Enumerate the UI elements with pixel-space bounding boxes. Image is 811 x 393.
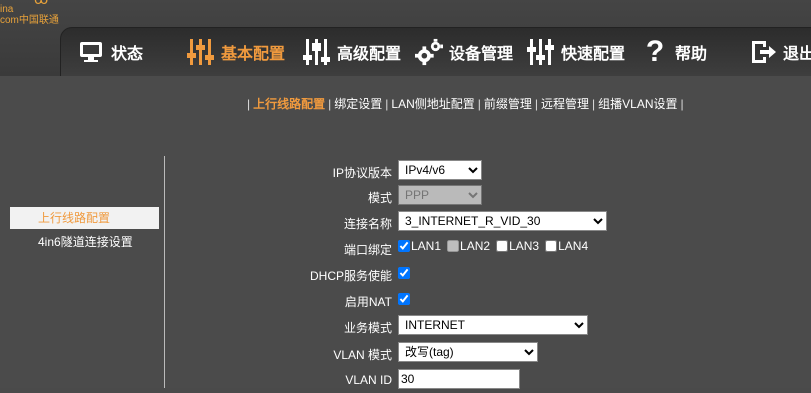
connection-name-label: 连接名称 <box>343 217 392 231</box>
main-nav: 状态 基本配置 高级配置 设备管理 快速配置 ? 帮助 退出 <box>60 27 811 77</box>
logo-text-line1: ina <box>0 4 14 15</box>
ip-version-label: IP协议版本 <box>332 166 392 180</box>
subtab-binding[interactable]: 绑定设置 <box>334 97 382 111</box>
logout-icon <box>749 37 777 67</box>
vlan-mode-label: VLAN 模式 <box>333 348 392 362</box>
vlan-id-input[interactable] <box>398 369 520 389</box>
port-binding-label: 端口绑定 <box>343 243 392 257</box>
dhcp-checkbox[interactable] <box>398 267 410 279</box>
subtab-multicast-vlan[interactable]: 组播VLAN设置 <box>598 97 677 111</box>
lan4-checkbox[interactable] <box>545 240 558 252</box>
connection-name-select[interactable]: 3_INTERNET_R_VID_30 <box>398 211 607 231</box>
lan1-checkbox[interactable] <box>398 240 410 252</box>
logo-swirl-icon: ꝏ <box>34 0 48 6</box>
nav-status-label: 状态 <box>111 46 144 63</box>
sub-tabs: | 上行线路配置 | 绑定设置 | LAN侧地址配置 | 前缀管理 | 远程管理 | 组播VLAN设置… <box>247 97 684 111</box>
port-lan3[interactable]: LAN3 <box>496 239 539 253</box>
gears-icon <box>415 37 443 67</box>
row-service-mode: 业务模式 INTERNET <box>0 315 811 339</box>
port-lan1[interactable]: LAN1 <box>398 239 441 253</box>
nat-checkbox[interactable] <box>398 293 410 305</box>
port-lan2[interactable]: LAN2 <box>447 239 490 253</box>
nav-logout-label: 退出 <box>783 46 811 63</box>
row-port-binding: 端口绑定 LAN1 LAN2 LAN3 LAN4 <box>0 238 811 262</box>
sliders-icon <box>187 37 215 67</box>
row-mode: 模式 PPP <box>0 185 811 209</box>
nat-label: 启用NAT <box>344 295 392 309</box>
mode-select[interactable]: PPP <box>398 185 482 205</box>
row-vlan-id: VLAN ID <box>0 369 811 393</box>
nav-logout[interactable]: 退出 <box>749 28 811 76</box>
monitor-icon <box>77 37 105 67</box>
nav-quick-label: 快速配置 <box>561 46 626 63</box>
row-dhcp: DHCP服务使能 <box>0 264 811 288</box>
nav-help[interactable]: ? 帮助 <box>641 28 707 76</box>
quick-sliders-icon <box>527 37 555 67</box>
nav-advanced-label: 高级配置 <box>337 46 402 63</box>
nav-quick-config[interactable]: 快速配置 <box>527 28 625 76</box>
row-vlan-mode: VLAN 模式 改写(tag) <box>0 342 811 366</box>
nav-help-label: 帮助 <box>675 46 708 63</box>
nav-basic-config[interactable]: 基本配置 <box>187 28 285 76</box>
port-binding-group: LAN1 LAN2 LAN3 LAN4 <box>398 239 594 253</box>
port-lan4[interactable]: LAN4 <box>545 239 588 253</box>
subtab-prefix[interactable]: 前缀管理 <box>484 97 532 111</box>
nav-basic-label: 基本配置 <box>221 46 286 63</box>
top-header: ꝏ ina com中国联通 状态 基本配置 高级配置 设备管理 <box>0 0 811 77</box>
advanced-sliders-icon <box>303 37 331 67</box>
subtab-uplink[interactable]: 上行线路配置 <box>253 97 325 111</box>
dhcp-label: DHCP服务使能 <box>309 269 392 283</box>
nav-device-label: 设备管理 <box>449 46 514 63</box>
nav-device-management[interactable]: 设备管理 <box>415 28 513 76</box>
row-connection-name: 连接名称 3_INTERNET_R_VID_30 <box>0 211 811 235</box>
mode-label: 模式 <box>367 191 392 205</box>
subtab-lan-address[interactable]: LAN侧地址配置 <box>391 97 474 111</box>
service-mode-label: 业务模式 <box>343 321 392 335</box>
row-nat: 启用NAT <box>0 290 811 314</box>
question-mark-icon: ? <box>645 35 665 68</box>
nav-advanced-config[interactable]: 高级配置 <box>303 28 401 76</box>
row-ip-version: IP协议版本 IPv4/v6 <box>0 160 811 184</box>
logo-text-line2: com中国联通 <box>0 15 59 26</box>
lan3-checkbox[interactable] <box>496 240 509 252</box>
vlan-id-label: VLAN ID <box>345 373 392 387</box>
subtab-remote[interactable]: 远程管理 <box>541 97 589 111</box>
service-mode-select[interactable]: INTERNET <box>398 315 588 335</box>
lan2-checkbox[interactable] <box>447 240 460 252</box>
nav-status[interactable]: 状态 <box>77 28 143 76</box>
ip-version-select[interactable]: IPv4/v6 <box>398 160 482 180</box>
logo: ꝏ ina com中国联通 <box>0 0 70 28</box>
vlan-mode-select[interactable]: 改写(tag) <box>398 342 538 362</box>
